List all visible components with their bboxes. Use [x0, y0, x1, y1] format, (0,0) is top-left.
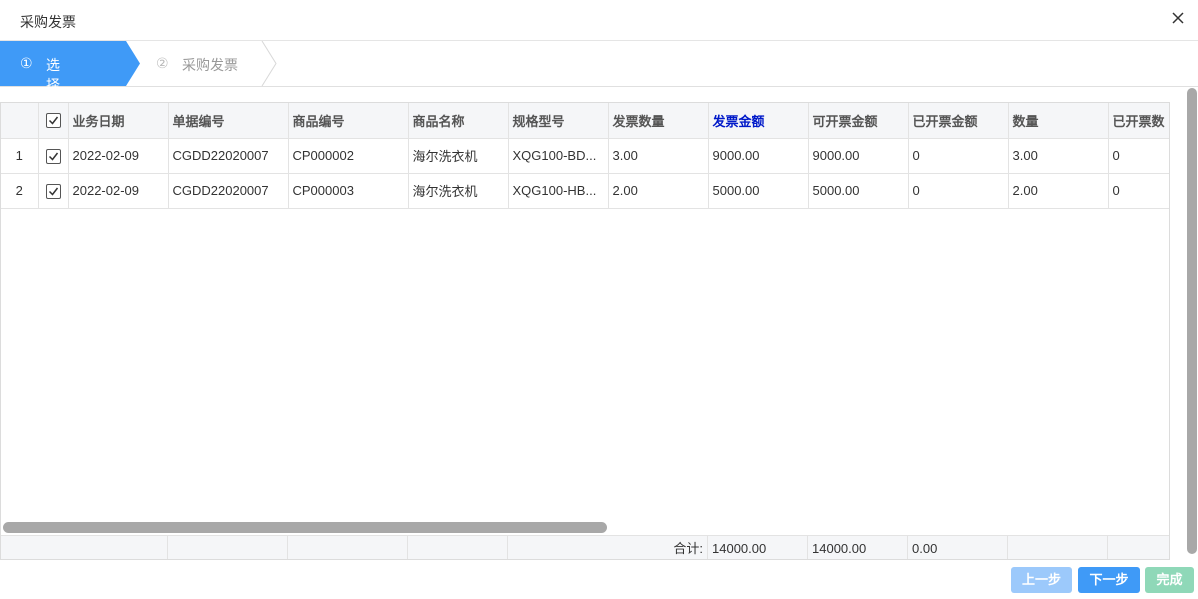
checkbox-checked-icon[interactable] — [45, 148, 61, 164]
table-summary-row: 合计: 14000.00 14000.00 0.00 — [1, 535, 1169, 559]
finish-button[interactable]: 完成 — [1145, 567, 1194, 593]
wizard-steps: ① 选择数据 ② 采购发票 — [0, 41, 1198, 133]
cell-product-name: 海尔洗衣机 — [408, 173, 509, 209]
cell-product-code: CP000002 — [288, 138, 409, 174]
step-number: ② — [156, 55, 169, 71]
horizontal-scrollbar[interactable] — [3, 522, 607, 533]
next-step-button[interactable]: 下一步 — [1078, 567, 1140, 593]
column-header[interactable]: 单据编号 — [168, 103, 289, 139]
summary-cell — [288, 536, 408, 559]
summary-cell — [408, 536, 508, 559]
close-icon[interactable] — [1170, 10, 1186, 26]
column-header[interactable]: 已开票数 — [1108, 103, 1169, 139]
step-label: 采购发票 — [182, 57, 238, 73]
checkbox-checked-icon[interactable] — [45, 183, 61, 199]
summary-invoice-amount: 14000.00 — [708, 536, 808, 559]
cell-spec-model: XQG100-BD... — [508, 138, 609, 174]
row-checkbox[interactable] — [38, 138, 69, 174]
cell-invoiced-amount: 0 — [908, 173, 1009, 209]
row-number: 1 — [1, 138, 39, 174]
row-checkbox[interactable] — [38, 173, 69, 209]
cell-quantity: 3.00 — [1008, 138, 1109, 174]
previous-step-button[interactable]: 上一步 — [1011, 567, 1072, 593]
cell-invoice-amount[interactable]: 5000.00 — [708, 173, 809, 209]
column-header[interactable]: 业务日期 — [68, 103, 169, 139]
column-header[interactable]: 商品名称 — [408, 103, 509, 139]
summary-cell — [1, 536, 168, 559]
table-row[interactable]: 1 2022-02-09 CGDD22020007 CP000002 海尔洗衣机… — [1, 138, 1169, 174]
data-grid: 业务日期 单据编号 商品编号 商品名称 规格型号 发票数量 发票金额 可开票金额… — [0, 102, 1170, 560]
cell-invoiceable-amount: 9000.00 — [808, 138, 909, 174]
cell-business-date: 2022-02-09 — [68, 138, 169, 174]
cell-invoice-quantity[interactable]: 3.00 — [608, 138, 709, 174]
cell-invoice-amount[interactable]: 9000.00 — [708, 138, 809, 174]
cell-invoiced-quantity: 0 — [1108, 138, 1169, 174]
row-number: 2 — [1, 173, 39, 209]
summary-invoiced-amount: 0.00 — [908, 536, 1008, 559]
step-number: ① — [20, 55, 33, 71]
summary-cell — [1008, 536, 1108, 559]
column-header[interactable]: 规格型号 — [508, 103, 609, 139]
cell-product-code: CP000003 — [288, 173, 409, 209]
cell-business-date: 2022-02-09 — [68, 173, 169, 209]
cell-document-number: CGDD22020007 — [168, 173, 289, 209]
data-table: 业务日期 单据编号 商品编号 商品名称 规格型号 发票数量 发票金额 可开票金额… — [1, 103, 1169, 209]
column-header[interactable]: 已开票金额 — [908, 103, 1009, 139]
cell-spec-model: XQG100-HB... — [508, 173, 609, 209]
summary-cell — [168, 536, 288, 559]
table-row[interactable]: 2 2022-02-09 CGDD22020007 CP000003 海尔洗衣机… — [1, 173, 1169, 209]
column-header[interactable]: 可开票金额 — [808, 103, 909, 139]
cell-quantity: 2.00 — [1008, 173, 1109, 209]
column-header[interactable]: 发票数量 — [608, 103, 709, 139]
dialog-titlebar: 采购发票 — [0, 0, 1198, 41]
cell-invoice-quantity[interactable]: 2.00 — [608, 173, 709, 209]
dialog-title: 采购发票 — [20, 14, 76, 30]
vertical-scrollbar[interactable] — [1187, 88, 1197, 554]
step-purchase-invoice[interactable]: ② 采购发票 — [140, 41, 280, 86]
purchase-invoice-dialog: 采购发票 ① 选择数据 ② 采购发票 业务日期 单 — [0, 0, 1198, 599]
column-header[interactable]: 数量 — [1008, 103, 1109, 139]
summary-invoiceable-amount: 14000.00 — [808, 536, 908, 559]
select-all-checkbox[interactable] — [38, 103, 69, 139]
column-header[interactable]: 商品编号 — [288, 103, 409, 139]
table-header-row: 业务日期 单据编号 商品编号 商品名称 规格型号 发票数量 发票金额 可开票金额… — [1, 103, 1169, 139]
checkbox-checked-icon[interactable] — [45, 113, 61, 129]
row-number-header — [1, 103, 39, 139]
cell-invoiced-quantity: 0 — [1108, 173, 1169, 209]
cell-product-name: 海尔洗衣机 — [408, 138, 509, 174]
cell-invoiceable-amount: 5000.00 — [808, 173, 909, 209]
column-header-invoice-amount[interactable]: 发票金额 — [708, 103, 809, 139]
cell-document-number: CGDD22020007 — [168, 138, 289, 174]
cell-invoiced-amount: 0 — [908, 138, 1009, 174]
summary-total-label: 合计: — [508, 536, 708, 559]
